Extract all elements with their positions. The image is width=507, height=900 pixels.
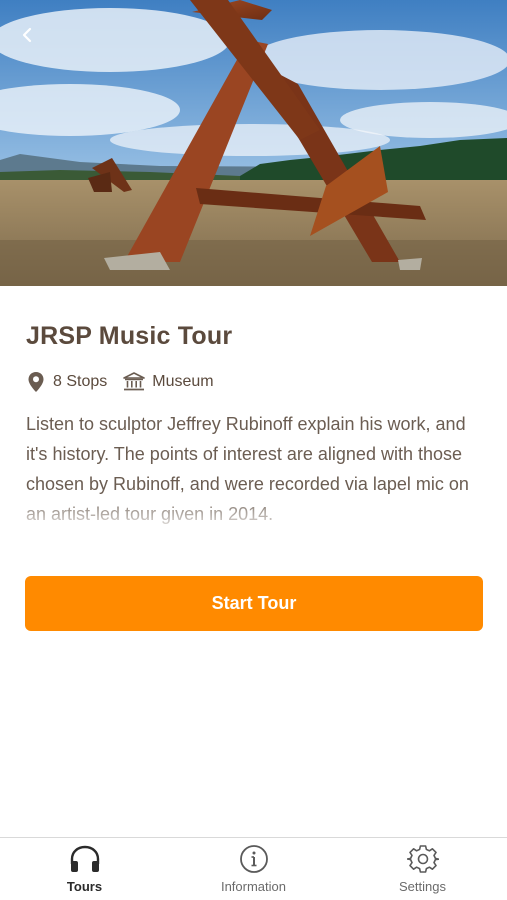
info-icon (239, 845, 268, 873)
start-tour-button[interactable]: Start Tour (25, 576, 483, 631)
map-pin-icon (28, 372, 44, 392)
tab-bar: Tours Information Settings (0, 837, 507, 900)
tab-settings-label: Settings (399, 879, 446, 894)
description-fade (26, 495, 484, 529)
tab-information-label: Information (220, 879, 287, 894)
tab-settings[interactable]: Settings (338, 838, 507, 900)
tour-title: JRSP Music Tour (26, 322, 233, 350)
tour-details: JRSP Music Tour 8 Stops Museum Listen to… (26, 322, 484, 529)
stops-info: 8 Stops (26, 371, 107, 393)
stops-count: 8 Stops (53, 373, 108, 390)
gear-icon (406, 845, 439, 873)
museum-icon (123, 372, 146, 391)
tab-tours[interactable]: Tours (0, 838, 169, 900)
hero-image (0, 0, 507, 286)
headphones-icon (70, 845, 99, 872)
category-label: Museum (152, 373, 214, 390)
tour-meta: 8 Stops Museum (26, 371, 484, 393)
category-info: Museum (123, 372, 214, 392)
tour-description-container: Listen to sculptor Jeffrey Rubinoff expl… (26, 409, 484, 529)
tab-tours-label: Tours (66, 879, 103, 894)
chevron-left-icon (22, 27, 32, 43)
back-button[interactable] (12, 20, 42, 50)
tab-information[interactable]: Information (169, 838, 338, 900)
